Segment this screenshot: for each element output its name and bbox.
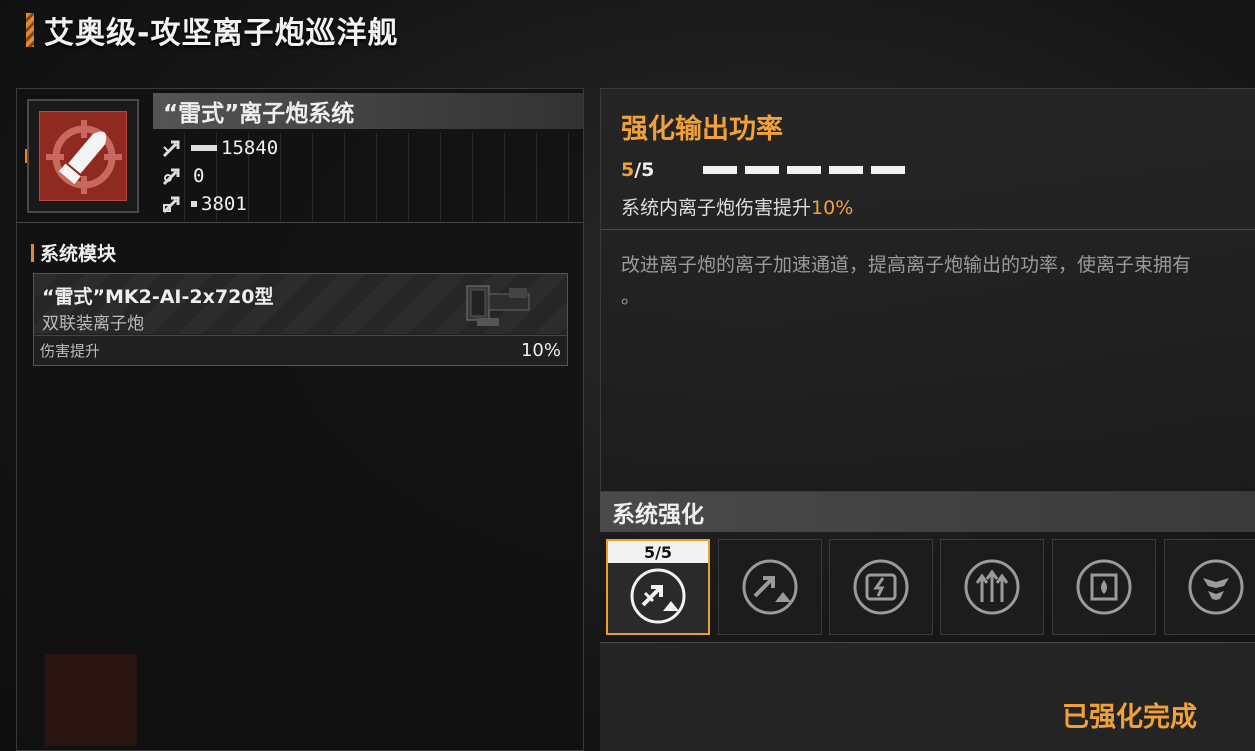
level-pip xyxy=(829,166,863,174)
system-panel: “雷式”离子炮系统 15840 0 3801 系统模块 “雷式”MK2-AI-2… xyxy=(16,88,584,751)
energy-card-icon xyxy=(853,559,909,615)
page-title: 艾奥级-攻坚离子炮巡洋舰 xyxy=(26,10,399,51)
system-icon-frame[interactable] xyxy=(27,99,139,213)
faded-background-icon xyxy=(45,654,137,746)
module-type: 双联装离子炮 xyxy=(42,314,144,334)
stat-bar-siege xyxy=(191,201,197,207)
module-card[interactable]: “雷式”MK2-AI-2x720型 双联装离子炮 伤害提升 10% xyxy=(33,273,568,366)
enhancement-slot-5[interactable] xyxy=(1052,539,1156,635)
level-text: 5/5 xyxy=(621,159,703,181)
level-pip xyxy=(871,166,905,174)
module-stat-row: 伤害提升 10% xyxy=(34,335,567,365)
module-stat-label: 伤害提升 xyxy=(40,342,101,360)
stat-row-damage: 15840 xyxy=(153,135,278,161)
shield-emblem-icon xyxy=(1188,559,1244,615)
stat-bar-damage xyxy=(191,145,217,151)
stat-antiair-icon xyxy=(153,165,191,187)
enhancement-slot-1[interactable]: 5/5 xyxy=(606,539,710,635)
description-line: 改进离子炮的离子加速通道，提高离子炮输出的功率，使离子束拥有 xyxy=(621,254,1192,276)
stat-row-antiair: 0 xyxy=(153,163,204,189)
title-accent-bar xyxy=(26,13,34,47)
triple-arrow-up-icon xyxy=(964,559,1020,615)
stat-damage-icon xyxy=(153,137,191,159)
enhancement-header: 系统强化 xyxy=(600,492,1255,532)
stat-value-siege: 3801 xyxy=(201,193,247,215)
level-pips xyxy=(703,166,905,174)
damage-up-icon xyxy=(742,559,798,615)
level-pip xyxy=(703,166,737,174)
module-stat-value: 10% xyxy=(520,340,561,361)
enhancement-slot-6[interactable] xyxy=(1164,539,1255,635)
effect-text: 系统内离子炮伤害提升 xyxy=(621,197,812,219)
divider xyxy=(601,229,1255,230)
module-section-title: 系统模块 xyxy=(40,243,117,265)
upgrade-detail-panel: 强化输出功率 5/5 系统内离子炮伤害提升10% 改进离子炮的离子加速通道，提高… xyxy=(600,88,1255,492)
system-stats: 15840 0 3801 xyxy=(153,133,583,221)
level-pip xyxy=(787,166,821,174)
enhancement-slot-4[interactable] xyxy=(940,539,1044,635)
level-max: /5 xyxy=(634,159,655,181)
enhancement-slot-2[interactable] xyxy=(718,539,822,635)
stat-value-antiair: 0 xyxy=(193,165,205,187)
upgrade-description: 改进离子炮的离子加速通道，提高离子炮输出的功率，使离子束拥有 。 xyxy=(621,249,1255,313)
effect-value: 10% xyxy=(811,197,854,219)
enhancement-status-panel: 已强化完成 xyxy=(600,642,1255,751)
bullet-target-icon xyxy=(39,111,127,201)
upgrade-level: 5/5 xyxy=(621,159,905,181)
page-title-text: 艾奥级-攻坚离子炮巡洋舰 xyxy=(44,16,399,51)
upgrade-effect: 系统内离子炮伤害提升10% xyxy=(621,193,853,220)
enhancement-status: 已强化完成 xyxy=(1062,702,1197,733)
section-marker xyxy=(31,243,34,262)
description-line: 。 xyxy=(621,286,641,308)
ion-cannon-turret-icon xyxy=(439,280,539,334)
enhancement-header-text: 系统强化 xyxy=(612,502,704,528)
slot-level-badge: 5/5 xyxy=(608,541,708,563)
system-name: “雷式”离子炮系统 xyxy=(163,101,355,127)
stat-value-damage: 15840 xyxy=(221,137,279,159)
damage-up-icon xyxy=(630,568,686,624)
system-header: “雷式”离子炮系统 15840 0 3801 xyxy=(17,89,583,223)
stat-siege-icon xyxy=(153,193,191,215)
system-name-bar: “雷式”离子炮系统 xyxy=(153,93,583,129)
level-pip xyxy=(745,166,779,174)
module-section-label: 系统模块 xyxy=(31,239,116,266)
level-current: 5 xyxy=(621,159,635,181)
chip-fire-icon xyxy=(1076,559,1132,615)
module-card-top: “雷式”MK2-AI-2x720型 双联装离子炮 xyxy=(34,274,567,334)
module-name: “雷式”MK2-AI-2x720型 xyxy=(42,286,274,308)
upgrade-title: 强化输出功率 xyxy=(621,114,783,145)
enhancement-slot-3[interactable] xyxy=(829,539,933,635)
stat-row-siege: 3801 xyxy=(153,191,247,217)
